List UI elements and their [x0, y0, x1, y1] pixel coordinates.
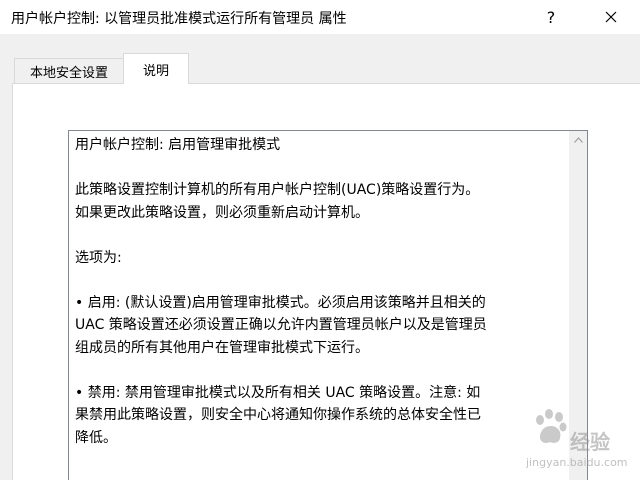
tab-panel-explain: 用户帐户控制: 启用管理审批模式 此策略设置控制计算机的所有用户帐户控制(UAC… — [12, 83, 640, 480]
close-button[interactable] — [588, 0, 634, 34]
option-enabled-line: • 启用: (默认设置)启用管理审批模式。必须启用该策略并且相关的 — [75, 294, 486, 311]
window-title: 用户帐户控制: 以管理员批准模式运行所有管理员 属性 — [11, 11, 347, 27]
help-icon: ? — [546, 7, 556, 27]
dialog-body: 本地安全设置 说明 用户帐户控制: 启用管理审批模式 此策略设置控制计算机的所有… — [0, 34, 640, 480]
properties-dialog: 用户帐户控制: 以管理员批准模式运行所有管理员 属性 ? 本地安全设置 说明 用… — [0, 0, 640, 480]
explain-text: 用户帐户控制: 启用管理审批模式 此策略设置控制计算机的所有用户帐户控制(UAC… — [75, 134, 555, 449]
explain-heading: 用户帐户控制: 启用管理审批模式 — [75, 137, 281, 153]
explain-line: 如果更改此策略设置，则必须重新启动计算机。 — [75, 204, 369, 221]
help-button[interactable]: ? — [528, 0, 574, 34]
chevron-up-icon — [574, 136, 583, 143]
close-icon — [605, 11, 617, 23]
option-disabled-line: 降低。 — [75, 429, 117, 446]
title-bar[interactable]: 用户帐户控制: 以管理员批准模式运行所有管理员 属性 ? — [0, 0, 640, 34]
explain-textbox[interactable]: 用户帐户控制: 启用管理审批模式 此策略设置控制计算机的所有用户帐户控制(UAC… — [68, 130, 588, 480]
option-enabled-line: 组成员的所有其他用户在管理审批模式下运行。 — [75, 339, 369, 356]
tab-local-security-setting[interactable]: 本地安全设置 — [14, 58, 124, 83]
tab-label: 说明 — [142, 63, 169, 79]
explain-line: 此策略设置控制计算机的所有用户帐户控制(UAC)策略设置行为。 — [75, 182, 480, 198]
option-enabled-line: UAC 策略设置还必须设置正确以允许内置管理员帐户以及是管理员 — [75, 317, 487, 333]
option-disabled-line: • 禁用: 禁用管理审批模式以及所有相关 UAC 策略设置。注意: 如 — [75, 384, 481, 401]
vertical-scrollbar[interactable] — [569, 131, 587, 480]
tab-label: 本地安全设置 — [29, 65, 108, 81]
scroll-up-button[interactable] — [570, 131, 587, 148]
tab-explain[interactable]: 说明 — [123, 53, 189, 84]
options-label: 选项为: — [75, 249, 122, 266]
option-disabled-line: 果禁用此策略设置，则安全中心将通知你操作系统的总体安全性已 — [75, 407, 481, 423]
